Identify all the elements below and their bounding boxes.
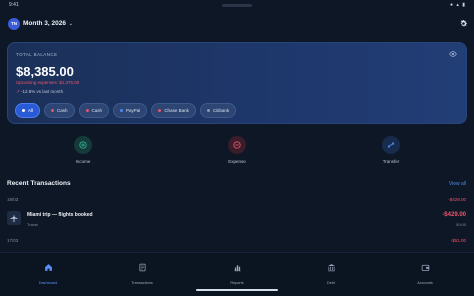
status-bar: 9:41 ● ▴ ▮ xyxy=(0,0,474,12)
transaction-amount: -$429.00 xyxy=(442,212,466,218)
tab-label: Debt xyxy=(326,281,336,285)
tab-label: Dashboard xyxy=(38,281,58,285)
account-chips: All Cash Cash PayPal Chase Bank Citibank xyxy=(15,103,237,118)
home-icon xyxy=(44,264,52,271)
expense-button[interactable]: Expense xyxy=(217,136,257,164)
transfer-button[interactable]: Transfer xyxy=(371,136,411,164)
tab-reports[interactable]: Reports xyxy=(207,259,267,285)
expense-circle xyxy=(228,136,246,154)
chip-dot xyxy=(85,109,89,112)
chip-dot xyxy=(51,109,55,112)
transaction-category: Travel xyxy=(27,222,38,227)
month-selector[interactable]: Month 3, 2026 ⌄ xyxy=(23,20,73,27)
income-button[interactable]: Income xyxy=(63,136,103,164)
transaction-title: Miami trip — flights booked xyxy=(27,212,93,218)
tab-label: Transactions xyxy=(131,281,153,285)
recent-transactions-title: Recent Transactions xyxy=(7,180,71,187)
trend-text: -12.8% vs last month xyxy=(21,89,64,94)
transfer-circle xyxy=(382,136,400,154)
balance-label: TOTAL BALANCE xyxy=(16,52,58,57)
tab-debt[interactable]: Debt xyxy=(301,259,361,285)
month-label: Month 3, 2026 xyxy=(23,20,66,27)
trend-row: ↗ -12.8% vs last month xyxy=(16,89,63,95)
url-pill xyxy=(222,4,252,7)
eye-icon[interactable] xyxy=(449,51,457,57)
gear-icon[interactable] xyxy=(459,19,468,28)
airplane-icon xyxy=(7,211,21,225)
chip-cash[interactable]: Cash xyxy=(44,103,75,118)
chip-dot xyxy=(22,109,25,112)
quick-actions: Income Expense Transfer xyxy=(0,136,474,170)
income-circle xyxy=(74,136,92,154)
bank-icon xyxy=(327,264,335,272)
balance-amount: $8,385.00 xyxy=(16,64,74,79)
avatar[interactable]: TN xyxy=(8,18,20,30)
tab-transactions[interactable]: Transactions xyxy=(112,259,172,285)
income-label: Income xyxy=(75,159,91,164)
plus-circle-icon xyxy=(79,141,87,149)
wallet-icon xyxy=(421,264,429,271)
chip-chase-bank[interactable]: Chase Bank xyxy=(151,103,196,118)
transaction-time: 00:00 xyxy=(455,222,466,227)
receipt-icon xyxy=(139,263,145,272)
transfer-arrows-icon xyxy=(387,142,395,148)
chip-all[interactable]: All xyxy=(15,103,41,118)
home-indicator xyxy=(196,289,278,291)
transfer-label: Transfer xyxy=(382,159,400,164)
date-group-header: 17/03 -$51.00 xyxy=(7,238,467,243)
status-icons: ● ▴ ▮ xyxy=(449,2,466,8)
top-bar: TN Month 3, 2026 ⌄ xyxy=(8,17,468,35)
tab-dashboard[interactable]: Dashboard xyxy=(18,259,78,285)
balance-card: TOTAL BALANCE $8,385.00 Upcoming expense… xyxy=(7,42,467,124)
tab-label: Accounts xyxy=(417,281,433,285)
expense-label: Expense xyxy=(228,159,246,164)
group-total: -$429.00 xyxy=(448,197,466,202)
minus-circle-icon xyxy=(233,141,241,149)
date-group-header: 19/03 -$429.00 xyxy=(7,197,467,202)
group-date: 17/03 xyxy=(7,238,19,243)
chip-dot xyxy=(158,109,162,112)
tab-label: Reports xyxy=(230,281,244,285)
chip-paypal[interactable]: PayPal xyxy=(113,103,148,118)
chip-cash-2[interactable]: Cash xyxy=(78,103,110,118)
tab-accounts[interactable]: Accounts xyxy=(395,259,455,285)
upcoming-expenses: Upcoming expenses: $1,375.00 xyxy=(16,80,80,85)
group-total: -$51.00 xyxy=(450,238,466,243)
chip-citibank[interactable]: Citibank xyxy=(199,103,237,118)
view-all-link[interactable]: View all xyxy=(449,181,466,187)
transaction-row[interactable]: Miami trip — flights booked Travel -$429… xyxy=(7,208,467,230)
status-time: 9:41 xyxy=(9,2,19,8)
chip-dot xyxy=(206,109,210,112)
chip-dot xyxy=(120,109,124,112)
trend-arrow-icon: ↗ xyxy=(16,89,20,94)
bar-chart-icon xyxy=(234,265,240,272)
chevron-down-icon: ⌄ xyxy=(68,21,73,27)
group-date: 19/03 xyxy=(7,197,19,202)
